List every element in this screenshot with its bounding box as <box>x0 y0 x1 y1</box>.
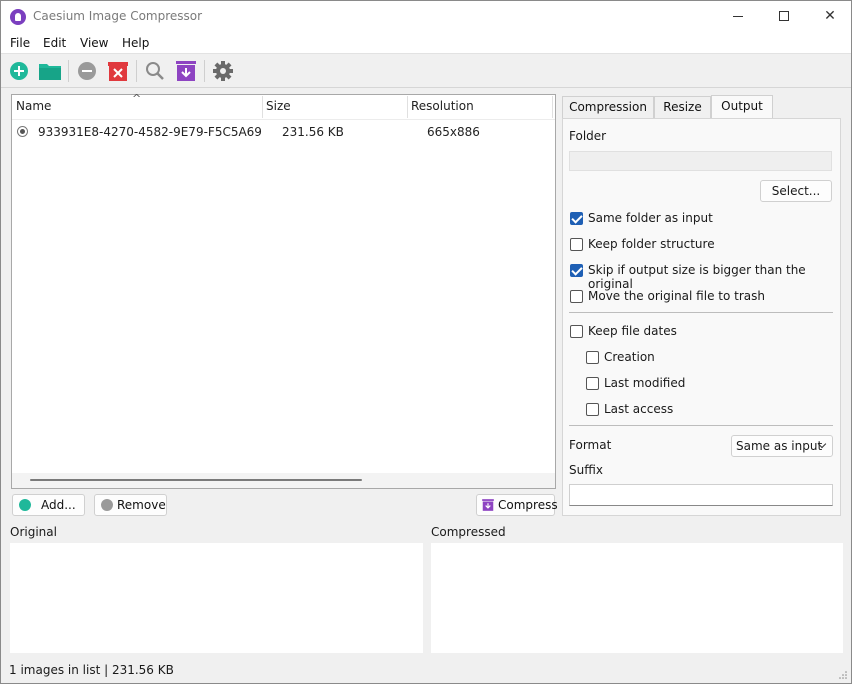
add-icon <box>19 499 31 511</box>
tab-compression[interactable]: Compression <box>562 96 654 118</box>
column-divider <box>262 96 263 118</box>
sort-indicator-icon: ^ <box>132 92 142 105</box>
add-button-label: Add... <box>41 498 76 512</box>
move-trash-label: Move the original file to trash <box>588 289 765 303</box>
creation-label: Creation <box>604 350 655 364</box>
menu-bar: File Edit View Help <box>1 32 851 54</box>
horizontal-scrollbar[interactable] <box>12 473 555 488</box>
original-preview <box>10 543 423 653</box>
add-button[interactable]: Add... <box>12 494 85 516</box>
file-resolution-cell: 665x886 <box>427 125 480 139</box>
settings-icon[interactable] <box>211 60 235 82</box>
skip-bigger-label: Skip if output size is bigger than the o… <box>588 263 806 291</box>
toolbar <box>1 55 851 88</box>
header-divider <box>12 119 555 120</box>
skip-bigger-checkbox[interactable] <box>570 264 583 277</box>
compress-button-label: Compress <box>498 498 558 512</box>
column-divider <box>552 96 553 118</box>
remove-button-label: Remove <box>117 498 166 512</box>
menu-edit[interactable]: Edit <box>43 36 66 50</box>
column-header-resolution[interactable]: Resolution <box>411 99 474 113</box>
menu-file[interactable]: File <box>10 36 30 50</box>
same-folder-label: Same folder as input <box>588 211 713 225</box>
suffix-input[interactable] <box>569 484 833 506</box>
add-file-icon[interactable] <box>7 60 31 82</box>
app-window: Caesium Image Compressor ✕ File Edit Vie… <box>0 0 852 684</box>
row-status-icon <box>17 126 28 137</box>
compress-button[interactable]: Compress <box>476 494 558 516</box>
tab-output[interactable]: Output <box>711 95 773 119</box>
keep-structure-label: Keep folder structure <box>588 237 715 251</box>
output-panel: Folder Select... Same folder as input Ke… <box>562 118 841 516</box>
column-divider <box>407 96 408 118</box>
settings-tabs: Compression Resize Output <box>562 95 842 119</box>
section-divider <box>569 312 833 313</box>
last-modified-checkbox[interactable] <box>586 377 599 390</box>
remove-button[interactable]: Remove <box>94 494 167 516</box>
last-modified-label: Last modified <box>604 376 686 390</box>
menu-view[interactable]: View <box>80 36 108 50</box>
keep-dates-label: Keep file dates <box>588 324 677 338</box>
app-logo-icon <box>10 9 26 25</box>
open-folder-icon[interactable] <box>38 60 62 82</box>
minimize-button[interactable] <box>715 1 761 32</box>
column-header-name[interactable]: Name <box>16 99 51 113</box>
same-folder-checkbox[interactable] <box>570 212 583 225</box>
menu-help[interactable]: Help <box>122 36 149 50</box>
close-icon: ✕ <box>824 8 836 24</box>
format-label: Format <box>569 438 612 452</box>
close-button[interactable]: ✕ <box>807 1 852 32</box>
file-size-cell: 231.56 KB <box>282 125 344 139</box>
maximize-icon <box>779 11 789 21</box>
folder-path-field[interactable] <box>569 151 832 171</box>
title-bar: Caesium Image Compressor ✕ <box>1 1 851 32</box>
section-divider <box>569 425 833 426</box>
status-bar-text: 1 images in list | 231.56 KB <box>9 663 174 677</box>
scrollbar-thumb[interactable] <box>30 479 362 481</box>
keep-structure-checkbox[interactable] <box>570 238 583 251</box>
file-list[interactable]: ^ Name Size Resolution 933931E8-4270-458… <box>11 92 556 489</box>
preview-icon[interactable] <box>143 60 167 82</box>
format-select[interactable]: Same as input <box>731 435 833 457</box>
folder-label: Folder <box>569 129 607 143</box>
last-access-checkbox[interactable] <box>586 403 599 416</box>
remove-icon <box>101 499 113 511</box>
toolbar-separator <box>68 60 69 82</box>
keep-dates-checkbox[interactable] <box>570 325 583 338</box>
compress-icon[interactable] <box>174 60 198 82</box>
remove-icon[interactable] <box>75 60 99 82</box>
creation-checkbox[interactable] <box>586 351 599 364</box>
clear-list-icon[interactable] <box>106 60 130 82</box>
format-value: Same as input <box>736 439 823 453</box>
compressed-label: Compressed <box>431 525 506 539</box>
last-access-label: Last access <box>604 402 674 416</box>
compress-icon <box>482 499 494 511</box>
toolbar-separator <box>204 60 205 82</box>
maximize-button[interactable] <box>761 1 807 32</box>
compressed-preview <box>431 543 843 653</box>
window-title: Caesium Image Compressor <box>33 9 203 23</box>
original-label: Original <box>10 525 57 539</box>
file-name-cell: 933931E8-4270-4582-9E79-F5C5A6974 <box>38 125 262 139</box>
select-folder-button[interactable]: Select... <box>760 180 832 202</box>
move-trash-checkbox[interactable] <box>570 290 583 303</box>
minimize-icon <box>733 15 743 17</box>
suffix-label: Suffix <box>569 463 603 477</box>
toolbar-separator <box>136 60 137 82</box>
tab-resize[interactable]: Resize <box>654 96 711 118</box>
column-header-size[interactable]: Size <box>266 99 291 113</box>
resize-grip-icon[interactable] <box>839 671 847 679</box>
